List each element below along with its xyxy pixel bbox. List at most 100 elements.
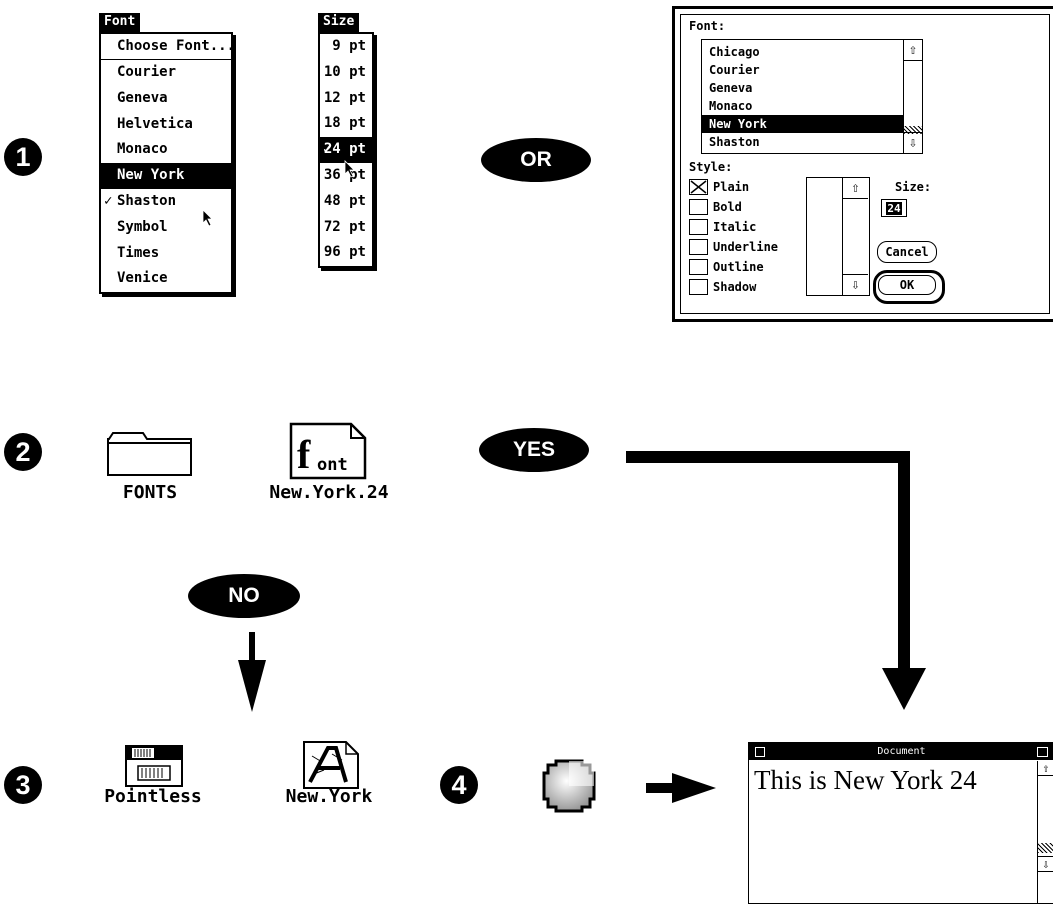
- size-menu: 9 pt 10 pt 12 pt 18 pt ✓ 24 pt 36 pt 48 pt 72 pt…: [318, 32, 374, 269]
- style-checkbox-row[interactable]: Outline: [689, 257, 764, 277]
- font-list-scrollbar[interactable]: ⇧ ⇩: [903, 40, 922, 153]
- yes-arrow-line: [898, 451, 910, 671]
- fonts-folder-label: FONTS: [122, 482, 178, 503]
- size-field[interactable]: 24: [881, 199, 907, 217]
- size-menu-title[interactable]: Size: [318, 13, 360, 32]
- mouse-cursor-icon: [202, 209, 213, 227]
- font-menu-item[interactable]: New York: [101, 163, 231, 189]
- scroll-up-arrow-icon[interactable]: ⇧: [904, 40, 922, 61]
- style-label: Style:: [689, 160, 733, 174]
- size-menu-item[interactable]: 12 pt: [320, 86, 372, 112]
- size-menu-item[interactable]: 10 pt: [320, 60, 372, 86]
- size-menu-item[interactable]: 96 pt: [320, 240, 372, 266]
- dialog-inner-frame: Font: Chicago Courier Geneva Monaco New York…: [680, 14, 1050, 314]
- scroll-thumb[interactable]: [1038, 843, 1053, 853]
- font-list-item[interactable]: Courier: [702, 61, 903, 79]
- size-menu-item[interactable]: 9 pt: [320, 34, 372, 60]
- checkbox[interactable]: [689, 179, 708, 195]
- ok-button[interactable]: OK: [878, 275, 936, 295]
- font-list-item[interactable]: Shaston: [702, 133, 903, 151]
- font-menu-item[interactable]: Courier: [101, 60, 231, 86]
- font-menu-title[interactable]: Font: [99, 13, 141, 32]
- or-pill: OR: [481, 138, 591, 182]
- mouse-cursor-icon: [344, 160, 355, 178]
- style-checkbox-row[interactable]: Plain: [689, 177, 749, 197]
- size-menu-item[interactable]: 48 pt: [320, 189, 372, 215]
- right-arrow-icon: [672, 773, 716, 803]
- svg-text:f: f: [297, 432, 311, 477]
- document-scrollbar[interactable]: ⇧ ⇩: [1037, 761, 1053, 903]
- font-menu-item[interactable]: Helvetica: [101, 112, 231, 138]
- down-arrow-icon: [882, 668, 926, 710]
- step-number-1: 1: [4, 138, 42, 176]
- font-file-label: New.York.24: [269, 482, 389, 503]
- font-list-item[interactable]: Chicago: [702, 43, 903, 61]
- font-menu-item[interactable]: Times: [101, 241, 231, 267]
- style-label-text: Bold: [713, 200, 742, 214]
- style-label-text: Outline: [713, 260, 764, 274]
- yes-pill: YES: [479, 428, 589, 472]
- font-list-item[interactable]: Geneva: [702, 79, 903, 97]
- zoom-box-icon[interactable]: [1037, 747, 1048, 757]
- font-list-item[interactable]: New York: [702, 115, 903, 133]
- font-list: Chicago Courier Geneva Monaco New York Shasto…: [701, 39, 923, 154]
- scroll-down-arrow-icon[interactable]: ⇩: [904, 132, 922, 153]
- style-checkbox-row[interactable]: Italic: [689, 217, 756, 237]
- size-menu-item-label: 9 pt: [332, 38, 366, 54]
- scroll-up-arrow-icon[interactable]: ⇧: [843, 178, 868, 199]
- checkbox[interactable]: [689, 239, 708, 255]
- style-label-text: Shadow: [713, 280, 757, 294]
- grow-box-icon[interactable]: [1038, 871, 1053, 886]
- size-menu-item-label: 18 pt: [323, 115, 366, 132]
- checkbox[interactable]: [689, 199, 708, 215]
- checkmark-icon: ✓: [323, 141, 332, 158]
- style-list: ⇧ ⇩: [806, 177, 870, 296]
- font-file-icon[interactable]: f ont: [289, 422, 367, 480]
- new-york-label: New.York: [285, 786, 373, 807]
- font-menu-item[interactable]: Venice: [101, 266, 231, 292]
- scroll-down-arrow-icon[interactable]: ⇩: [843, 274, 868, 295]
- size-menu-item-label: 96 pt: [323, 244, 366, 261]
- font-suitcase-icon[interactable]: [302, 740, 360, 790]
- checkbox[interactable]: [689, 279, 708, 295]
- style-list-scrollbar[interactable]: ⇧ ⇩: [842, 178, 868, 295]
- style-label-text: Underline: [713, 240, 779, 254]
- size-menu-item-label: 72 pt: [323, 218, 366, 235]
- ok-button-ring: OK: [873, 270, 945, 304]
- font-file-glyph: ont: [317, 455, 348, 475]
- cancel-button[interactable]: Cancel: [877, 241, 937, 263]
- scroll-down-arrow-icon[interactable]: ⇩: [1038, 856, 1053, 871]
- font-menu: Choose Font... Courier Geneva Helvetica Mona…: [99, 32, 235, 295]
- font-label: Font:: [689, 19, 726, 33]
- document-title: Document: [877, 746, 926, 757]
- font-list-item[interactable]: Monaco: [702, 97, 903, 115]
- document-window: Document This is New York 24 ⇧ ⇩: [748, 742, 1053, 904]
- font-menu-item[interactable]: Geneva: [101, 86, 231, 112]
- style-checkbox-row[interactable]: Underline: [689, 237, 778, 257]
- checkbox[interactable]: [689, 219, 708, 235]
- size-menu-item-label: 12 pt: [323, 89, 366, 106]
- style-checkbox-row[interactable]: Bold: [689, 197, 742, 217]
- folder-icon[interactable]: [107, 431, 193, 477]
- choose-font-dialog: Font: Chicago Courier Geneva Monaco New York…: [672, 6, 1053, 322]
- wait-cursor-icon: [542, 759, 596, 813]
- style-checkbox-row[interactable]: Shadow: [689, 277, 756, 297]
- close-box-icon[interactable]: [755, 747, 765, 757]
- font-menu-item[interactable]: Choose Font...: [101, 34, 235, 60]
- size-menu-item-label: 48 pt: [323, 192, 366, 209]
- size-field-value: 24: [886, 201, 902, 215]
- scroll-up-arrow-icon[interactable]: ⇧: [1038, 761, 1053, 776]
- step-number-4: 4: [440, 766, 478, 804]
- size-menu-item[interactable]: 72 pt: [320, 215, 372, 241]
- application-icon[interactable]: [124, 744, 184, 788]
- size-menu-item-label: 10 pt: [323, 63, 366, 80]
- font-menu-item[interactable]: Monaco: [101, 137, 231, 163]
- style-label-text: Plain: [713, 180, 750, 194]
- size-menu-item[interactable]: 18 pt: [320, 111, 372, 137]
- document-title-bar[interactable]: Document: [749, 743, 1053, 760]
- checkbox[interactable]: [689, 259, 708, 275]
- pointless-label: Pointless: [104, 786, 202, 807]
- document-text[interactable]: This is New York 24: [754, 765, 977, 796]
- style-label-text: Italic: [713, 220, 757, 234]
- down-arrow-icon: [238, 660, 266, 712]
